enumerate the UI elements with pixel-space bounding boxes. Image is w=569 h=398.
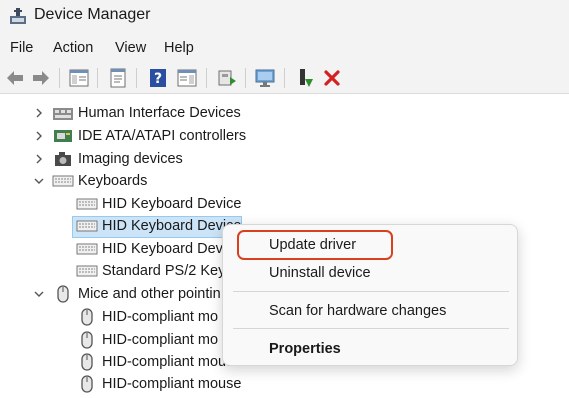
menu-file[interactable]: File <box>10 40 33 56</box>
toolbar-separator <box>136 68 137 88</box>
chevron-down-icon[interactable] <box>32 287 46 301</box>
tree-item-ide-controllers[interactable]: IDE ATA/ATAPI controllers <box>0 126 569 148</box>
chevron-down-icon[interactable] <box>32 174 46 188</box>
tree-item-label: IDE ATA/ATAPI controllers <box>78 128 247 144</box>
window-title: Device Manager <box>34 6 151 23</box>
toolbar: ? <box>0 62 569 94</box>
toolbar-separator <box>59 68 60 88</box>
tree-item-label: HID-compliant mo <box>102 309 219 325</box>
chevron-right-icon[interactable] <box>32 106 46 120</box>
menu-action[interactable]: Action <box>53 40 93 56</box>
update-driver-icon[interactable] <box>216 67 238 89</box>
tree-item-label: Keyboards <box>78 173 148 189</box>
menu-item-uninstall-device[interactable]: Uninstall device <box>223 259 519 287</box>
hid-icon <box>53 108 73 120</box>
mouse-icon <box>81 308 93 326</box>
menu-view[interactable]: View <box>115 40 146 56</box>
menu-item-label: Properties <box>269 341 341 357</box>
tree-item-label: HID Keyboard Device <box>102 218 242 234</box>
tree-item-label: Human Interface Devices <box>78 105 241 121</box>
menu-help[interactable]: Help <box>164 40 194 56</box>
title-bar: Device Manager <box>0 0 569 34</box>
menu-item-update-driver[interactable]: Update driver <box>223 231 519 259</box>
menu-item-label: Update driver <box>269 237 357 253</box>
keyboard-icon <box>76 265 98 277</box>
back-arrow-icon[interactable] <box>4 67 26 89</box>
tree-item-keyboards[interactable]: Keyboards <box>0 171 569 193</box>
device-manager-icon <box>10 8 26 24</box>
enable-device-icon[interactable] <box>294 67 316 89</box>
tree-item-label: HID-compliant mouse <box>102 376 242 392</box>
mouse-icon <box>81 375 93 393</box>
mouse-icon <box>81 331 93 349</box>
camera-icon <box>55 152 71 166</box>
tree-item-hid-compliant-mouse[interactable]: HID-compliant mouse <box>0 374 569 396</box>
tree-item-label: Imaging devices <box>78 151 183 167</box>
chevron-right-icon[interactable] <box>32 129 46 143</box>
help-icon[interactable]: ? <box>147 67 169 89</box>
properties-icon[interactable] <box>107 67 129 89</box>
menu-item-label: Uninstall device <box>269 265 371 281</box>
tree-item-label: HID Keyboard Device <box>102 196 242 212</box>
mouse-icon <box>81 353 93 371</box>
tree-item-label: HID-compliant mo <box>102 332 219 348</box>
toolbar-separator <box>206 68 207 88</box>
svg-text:?: ? <box>154 71 162 87</box>
uninstall-device-icon[interactable] <box>321 67 343 89</box>
keyboard-icon <box>76 198 98 210</box>
tree-item-label: HID Keyboard Dev <box>102 241 223 257</box>
action-pane-icon[interactable] <box>176 67 198 89</box>
scan-hardware-icon[interactable] <box>254 67 276 89</box>
toolbar-separator <box>245 68 246 88</box>
tree-item-label: Mice and other pointin <box>78 286 221 302</box>
chevron-right-icon[interactable] <box>32 152 46 166</box>
menu-bar: File Action View Help <box>0 34 569 62</box>
menu-separator <box>233 291 509 292</box>
keyboard-icon <box>76 243 98 255</box>
menu-item-label: Scan for hardware changes <box>269 303 447 319</box>
menu-item-scan-hardware[interactable]: Scan for hardware changes <box>223 297 519 325</box>
tree-item-hid-keyboard-device[interactable]: HID Keyboard Device <box>0 194 569 216</box>
tree-item-imaging-devices[interactable]: Imaging devices <box>0 149 569 171</box>
forward-arrow-icon[interactable] <box>30 67 52 89</box>
ide-controller-icon <box>54 130 72 142</box>
keyboard-icon <box>52 175 74 187</box>
toolbar-separator <box>97 68 98 88</box>
menu-separator <box>233 328 509 329</box>
mouse-icon <box>57 285 69 303</box>
show-hide-tree-icon[interactable] <box>68 67 90 89</box>
tree-item-human-interface-devices[interactable]: Human Interface Devices <box>0 103 569 125</box>
toolbar-separator <box>284 68 285 88</box>
menu-item-properties[interactable]: Properties <box>223 335 519 363</box>
keyboard-icon <box>76 220 98 232</box>
context-menu: Update driver Uninstall device Scan for … <box>222 224 518 366</box>
tree-item-label: HID-compliant mouse <box>102 354 242 370</box>
tree-item-label: Standard PS/2 Keyb <box>102 263 234 279</box>
